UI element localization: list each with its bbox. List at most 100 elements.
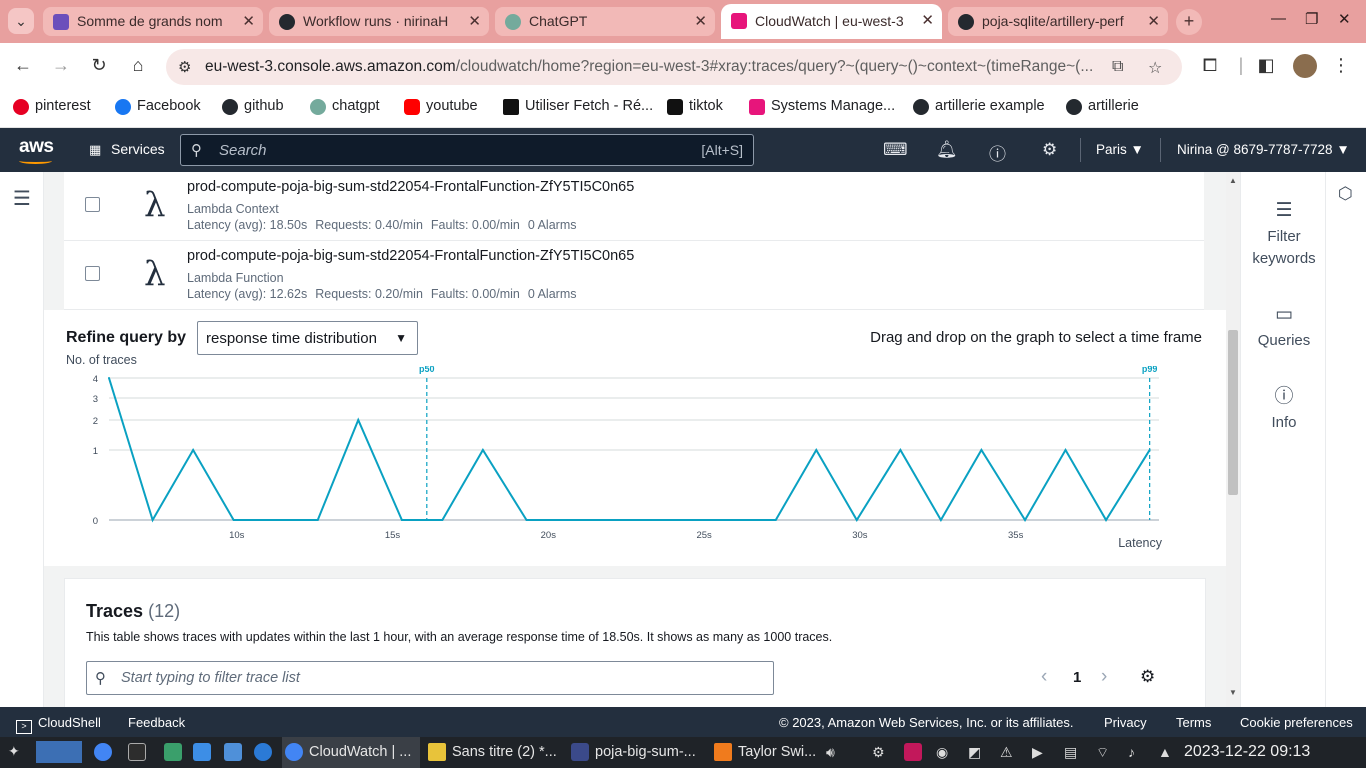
settings-gear-icon[interactable]: ⚙ [1042,140,1057,160]
wifi-icon[interactable]: ⌔ [1096,744,1109,762]
page-number[interactable]: 1 [1073,669,1081,686]
bookmark-youtube[interactable]: youtube [404,98,478,115]
volume-tray-icon[interactable]: ♪ [1128,744,1135,760]
tray-app-icon[interactable] [904,743,922,761]
translate-icon[interactable]: ⧉ [1112,58,1123,76]
browser-tab[interactable]: Somme de grands nom ✕ [43,7,263,36]
hamburger-menu-icon[interactable]: ☰ [13,186,31,211]
notifications-bell-icon[interactable]: 🔔︎ [936,140,958,160]
feedback-link[interactable]: Feedback [128,715,185,730]
aws-logo[interactable]: aws [19,136,54,158]
address-bar[interactable]: ⚙ eu-west-3.console.aws.amazon.com/cloud… [166,49,1182,85]
tray-expand-icon[interactable]: ▲ [1158,744,1172,760]
latency-distribution-chart[interactable]: 4 3 2 1 0 10s 15s 20s 25s 30s 35s Latency p50 p99 [44,366,1226,566]
bookmark-star-icon[interactable]: ☆ [1148,58,1162,78]
browser-menu-icon[interactable]: ⋮ [1330,55,1352,76]
content-scrollbar[interactable]: ▲ ▼ [1226,172,1240,707]
browser-tab[interactable]: Workflow runs · nirinaH ✕ [269,7,489,36]
restore-icon[interactable]: ❐ [1305,10,1318,28]
aws-search-input[interactable]: ⚲ Search [Alt+S] [180,134,754,166]
tray-app-icon[interactable]: ◩ [968,744,981,761]
vscode-launcher-icon[interactable] [254,743,272,761]
new-tab-button[interactable]: + [1176,9,1202,35]
node-name[interactable]: prod-compute-poja-big-sum-std22054-Front… [187,248,634,264]
site-info-icon[interactable]: ⚙ [178,58,191,76]
bookmark-artillerie-example[interactable]: artillerie example [913,98,1045,115]
hexagon-icon[interactable]: ⬡ [1338,184,1353,204]
bookmark-facebook[interactable]: Facebook [115,98,201,115]
task-cloudwatch[interactable]: CloudWatch | ... [285,743,411,761]
browser-tab[interactable]: ChatGPT ✕ [495,7,715,36]
bookmark-systems-manager[interactable]: Systems Manage... [749,98,895,115]
help-icon[interactable]: ⓘ [989,140,1006,165]
node-checkbox[interactable] [85,266,100,281]
scroll-up-icon[interactable]: ▲ [1229,176,1237,185]
extensions-icon[interactable]: ⧠ [1199,55,1221,76]
workspace-switcher[interactable] [36,741,82,763]
close-tab-icon[interactable]: ✕ [694,7,707,36]
downloads-launcher-icon[interactable] [193,743,211,761]
profile-avatar[interactable] [1293,54,1317,78]
queries-button[interactable]: ▭ Queries [1241,304,1327,352]
cloudshell-icon[interactable]: ⌨ [883,140,908,160]
browser-tab[interactable]: poja-sqlite/artillery-perf ✕ [948,7,1168,36]
launcher-icon[interactable]: ✦ [8,743,26,761]
prev-page-icon[interactable]: ‹ [1041,666,1047,688]
settings-launcher-icon[interactable] [164,743,182,761]
bookmark-chatgpt[interactable]: chatgpt [310,98,380,115]
tray-app-icon[interactable]: ⚙ [872,744,885,761]
account-menu[interactable]: Nirina @ 8679-7787-7728 ▼ [1177,142,1350,157]
forward-icon[interactable]: → [50,55,72,76]
services-menu-button[interactable]: ▦ Services [89,141,165,158]
traces-heading: Traces (12) [86,601,180,622]
task-taylor-swift[interactable]: Taylor Swi... [714,743,816,761]
info-button[interactable]: ⓘ Info [1241,386,1327,434]
data-point [1148,449,1151,451]
files-launcher-icon[interactable] [224,743,242,761]
node-row[interactable]: λ prod-compute-poja-big-sum-std22054-Fro… [64,241,1204,310]
system-clock[interactable]: 2023-12-22 09:13 [1184,743,1310,761]
minimize-icon[interactable]: — [1271,10,1286,27]
side-panel-icon[interactable]: ◧ [1255,55,1277,76]
close-tab-icon[interactable]: ✕ [921,4,934,38]
task-sans-titre[interactable]: Sans titre (2) *... [428,743,557,761]
bookmark-artillerie[interactable]: artillerie [1066,98,1139,115]
close-tab-icon[interactable]: ✕ [468,7,481,36]
bookmark-fetch[interactable]: Utiliser Fetch - Ré... [503,98,653,115]
close-tab-icon[interactable]: ✕ [242,7,255,36]
tray-app-icon[interactable]: ⚠ [1000,744,1013,761]
table-preferences-gear-icon[interactable]: ⚙ [1140,667,1155,687]
media-play-icon[interactable]: ▶ [1032,744,1043,761]
node-checkbox[interactable] [85,197,100,212]
cloudshell-button[interactable]: > CloudShell [16,715,101,734]
bookmark-tiktok[interactable]: tiktok [667,98,723,115]
trace-filter-input[interactable]: ⚲ Start typing to filter trace list [86,661,774,695]
close-window-icon[interactable]: ✕ [1338,10,1351,28]
terminal-launcher-icon[interactable] [128,743,146,761]
scroll-down-icon[interactable]: ▼ [1229,688,1237,697]
cookie-preferences-link[interactable]: Cookie preferences [1240,715,1353,730]
terms-link[interactable]: Terms [1176,715,1211,730]
privacy-link[interactable]: Privacy [1104,715,1147,730]
filter-keywords-button[interactable]: ☰ Filter keywords [1241,200,1327,270]
home-icon[interactable]: ⌂ [127,55,149,76]
bookmark-github[interactable]: github [222,98,284,115]
scroll-thumb[interactable] [1228,330,1238,495]
url-text[interactable]: eu-west-3.console.aws.amazon.com/cloudwa… [205,58,1093,76]
region-selector[interactable]: Paris ▼ [1096,142,1144,157]
refine-query-select[interactable]: response time distribution ▼ [197,321,418,355]
tab-search-icon[interactable]: ⌄ [8,8,34,34]
reload-icon[interactable]: ↻ [88,55,110,76]
close-tab-icon[interactable]: ✕ [1147,7,1160,36]
bookmark-pinterest[interactable]: pinterest [13,98,91,115]
node-name[interactable]: prod-compute-poja-big-sum-std22054-Front… [187,179,634,195]
task-poja-big-sum[interactable]: poja-big-sum-... [571,743,696,761]
node-row[interactable]: λ prod-compute-poja-big-sum-std22054-Fro… [64,172,1204,241]
chrome-launcher-icon[interactable] [94,743,112,761]
browser-tab-active[interactable]: CloudWatch | eu-west-3 ✕ [721,4,942,39]
back-icon[interactable]: ← [12,55,34,76]
volume-icon[interactable]: 🔊︎ [826,744,835,761]
next-page-icon[interactable]: › [1101,666,1107,688]
tray-app-icon[interactable]: ◉ [936,744,948,761]
clipboard-icon[interactable]: ▤ [1064,744,1077,761]
